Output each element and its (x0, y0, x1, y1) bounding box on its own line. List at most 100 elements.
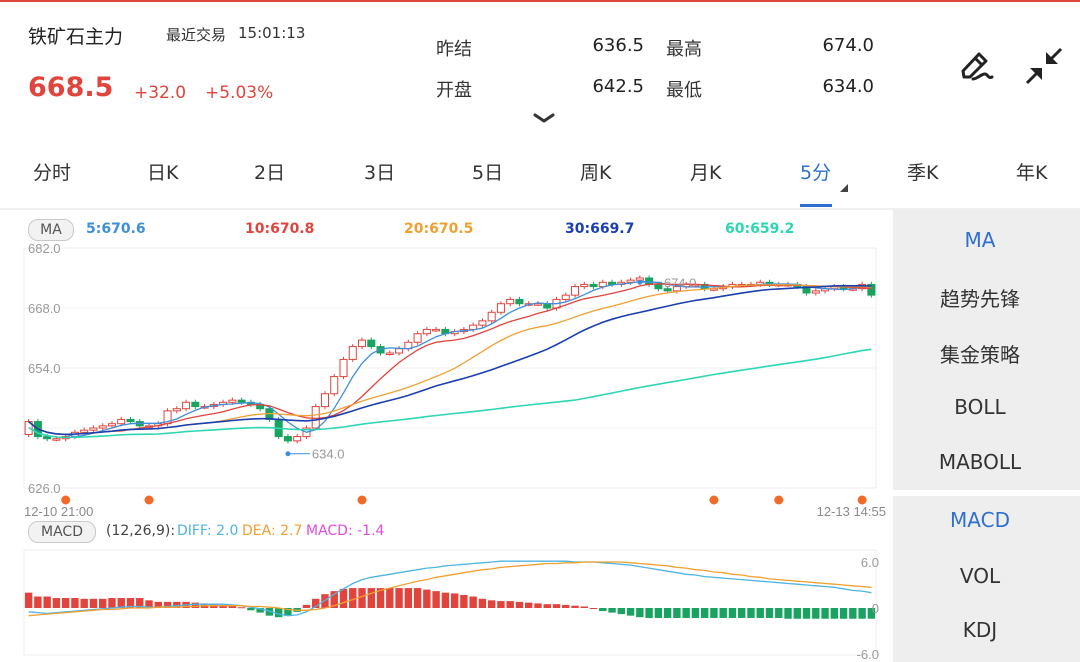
tab-dropdown-caret-icon[interactable] (840, 184, 848, 192)
tab-weekly-k[interactable]: 周K (580, 158, 611, 185)
candle-body (320, 393, 329, 408)
macd-badge[interactable]: MACD (28, 521, 96, 543)
candle-body (228, 399, 237, 403)
macd-bar (700, 608, 709, 618)
tab-5-day[interactable]: 5日 (472, 158, 503, 185)
macd-bar (673, 608, 681, 618)
macd-dea-legend: DEA: 2.7 (242, 523, 303, 539)
candle-body (107, 423, 116, 427)
macd-bar (89, 598, 98, 608)
indicator-ma[interactable]: MA (893, 228, 1067, 252)
macd-bar (719, 608, 727, 618)
macd-bar (839, 608, 848, 619)
price-change: +32.0 (134, 83, 187, 103)
indicator-gold-strategy[interactable]: 集金策略 (893, 339, 1067, 368)
tab-3-day[interactable]: 3日 (364, 158, 395, 185)
macd-bar (423, 589, 431, 608)
macd-bar (460, 594, 468, 608)
open-label: 开盘 (436, 80, 472, 101)
ma-badge[interactable]: MA (28, 219, 74, 241)
macd-bar (580, 606, 588, 608)
indicator-boll[interactable]: BOLL (893, 395, 1067, 419)
macd-bar (821, 608, 829, 619)
macd-bar (71, 598, 79, 608)
macd-bar (487, 600, 496, 608)
candle-body (496, 303, 505, 313)
macd-bar (367, 588, 375, 608)
candle-body (626, 279, 635, 283)
indicator-trend-pioneer[interactable]: 趋势先锋 (893, 283, 1067, 312)
ma30-legend: 30:669.7 (565, 221, 635, 237)
candle-body (80, 429, 89, 433)
prev-settle-value: 636.5 (592, 35, 644, 56)
macd-dea-line (28, 561, 872, 617)
pen-icon[interactable] (955, 46, 999, 86)
tab-2-day[interactable]: 2日 (254, 158, 285, 185)
candle-body (283, 436, 292, 442)
macd-bar (191, 602, 200, 608)
macd-bar (830, 608, 839, 619)
kline-chart[interactable]: 682.0 668.0 654.0 626.0 674.0 634.0 12-10 21:0… (0, 210, 893, 662)
candle-body (98, 425, 107, 429)
chart-area[interactable]: 682.0 668.0 654.0 626.0 674.0 634.0 12-10 21:0… (0, 210, 893, 662)
event-marker-dot (709, 495, 719, 505)
macd-bar (450, 593, 459, 608)
macd-bar (617, 608, 626, 615)
macd-bar (469, 596, 477, 608)
ma20-legend: 20:670.5 (404, 221, 474, 237)
macd-bar (108, 598, 116, 608)
candle-body (413, 333, 422, 343)
macd-bar (441, 592, 450, 608)
macd-bar (858, 608, 866, 619)
macd-bar (349, 588, 357, 608)
indicator-panel: MA 趋势先锋 集金策略 BOLL MABOLL MACD VOL KDJ (893, 210, 1080, 662)
indicator-maboll[interactable]: MABOLL (893, 450, 1067, 474)
candle-body (311, 406, 320, 429)
macd-bar (404, 588, 413, 608)
indicator-kdj[interactable]: KDJ (893, 618, 1067, 642)
chevron-down-icon[interactable] (532, 110, 556, 126)
macd-bar (636, 608, 644, 618)
candle-body (330, 376, 339, 395)
panel-divider (893, 490, 1080, 496)
macd-bar (784, 608, 792, 619)
candle-body (571, 286, 580, 296)
ma-legend: MA 5:670.6 10:670.8 20:670.5 30:669.7 60… (0, 218, 893, 242)
candle-body (478, 320, 487, 326)
shrink-icon[interactable] (1022, 46, 1066, 86)
tab-daily-k[interactable]: 日K (147, 158, 178, 185)
tab-monthly-k[interactable]: 月K (690, 158, 721, 185)
ma10-legend: 10:670.8 (245, 221, 315, 237)
candle-body (580, 283, 589, 288)
candle-body (52, 438, 61, 441)
macd-bar (765, 608, 774, 618)
macd-bar (43, 596, 51, 608)
event-marker-dot (144, 495, 154, 505)
macd-bar (386, 588, 394, 608)
macd-bar (682, 608, 690, 618)
ma20-line (28, 284, 872, 436)
macd-diff-legend: DIFF: 2.0 (177, 523, 239, 539)
tab-yearly-k[interactable]: 年K (1016, 158, 1047, 185)
tab-5-minute[interactable]: 5分 (800, 158, 831, 185)
candle-body (432, 328, 441, 332)
macd-bar (321, 594, 329, 608)
candle-body (589, 283, 598, 288)
tab-intraday[interactable]: 分时 (33, 158, 71, 185)
candle-body (543, 303, 552, 309)
indicator-vol[interactable]: VOL (893, 564, 1067, 588)
tab-quarterly-k[interactable]: 季K (907, 158, 938, 185)
macd-bar (599, 608, 607, 612)
price-tick-label: 654.0 (28, 361, 61, 376)
indicator-macd[interactable]: MACD (893, 508, 1067, 532)
instrument-name: 铁矿石主力 (28, 26, 124, 48)
macd-bar (728, 608, 737, 618)
macd-bar (552, 604, 561, 608)
open-value: 642.5 (592, 76, 644, 97)
candle-body (293, 436, 302, 442)
last-trade-time: 15:01:13 (238, 24, 306, 42)
low-value: 634.0 (822, 76, 874, 97)
macd-bar (589, 608, 598, 609)
macd-params: (12,26,9): (106, 523, 176, 539)
macd-bar (506, 601, 514, 608)
